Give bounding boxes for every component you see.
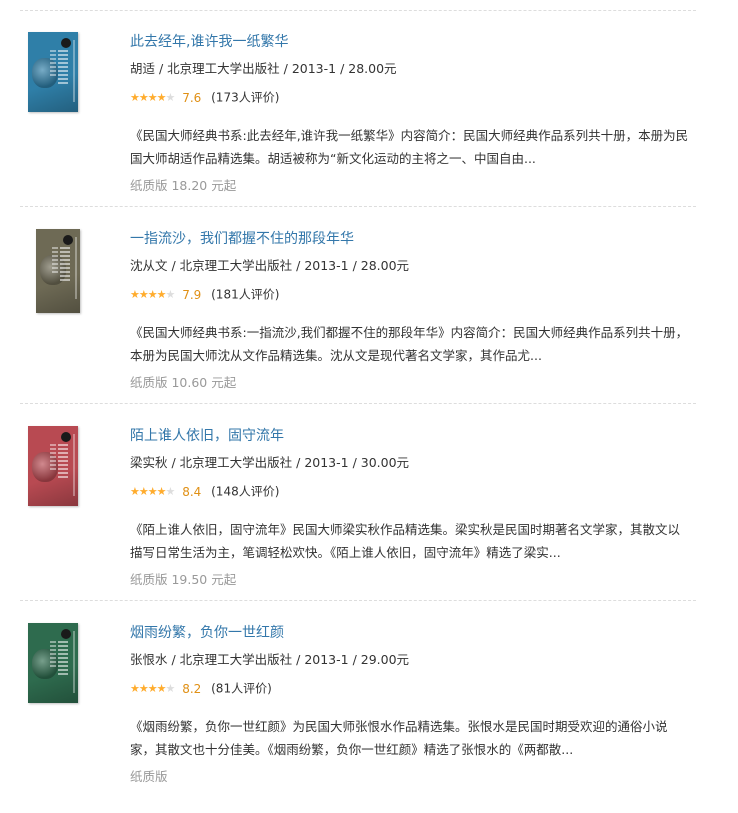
cover-subtitle-text: [50, 444, 56, 472]
cover-emblem: [63, 235, 73, 245]
star-filled-icon: ★: [138, 681, 149, 695]
star-filled-icon: ★: [130, 90, 140, 104]
rating-row: ★★★★★ 7.6 (173人评价): [130, 89, 279, 105]
cover-spine: [75, 237, 77, 299]
cover-subtitle-text: [50, 641, 56, 669]
star-filled-icon: ★: [147, 90, 158, 104]
cover-subtitle-text: [50, 50, 56, 78]
separator: [20, 403, 696, 404]
rating-score: 7.6: [182, 90, 202, 105]
rating-count: (81人评价): [211, 681, 272, 696]
star-filled-icon: ★: [156, 287, 167, 301]
rating-score: 8.4: [182, 484, 202, 499]
book-title-link[interactable]: 一指流沙，我们都握不住的那段年华: [130, 230, 354, 248]
cover-spine: [73, 434, 75, 496]
book-meta: 张恨水 / 北京理工大学出版社 / 2013-1 / 29.00元: [130, 652, 410, 667]
book-description: 《民国大师经典书系:一指流沙,我们都握不住的那段年华》内容简介：民国大师经典作品…: [130, 325, 689, 363]
book-price: 纸质版 18.20 元起: [130, 178, 237, 193]
book-cover[interactable]: [36, 229, 80, 313]
rating-score: 8.2: [182, 681, 202, 696]
book-title-link[interactable]: 烟雨纷繁，负你一世红颜: [130, 624, 284, 642]
cover-title-text: [58, 50, 68, 86]
cover-spine: [73, 631, 75, 693]
rating-count: (181人评价): [211, 287, 280, 302]
separator: [20, 206, 696, 207]
rating-row: ★★★★★ 7.9 (181人评价): [130, 286, 279, 302]
book-item: 烟雨纷繁，负你一世红颜 张恨水 / 北京理工大学出版社 / 2013-1 / 2…: [0, 623, 738, 813]
star-filled-icon: ★: [130, 681, 140, 695]
separator: [20, 10, 696, 11]
book-cover[interactable]: [28, 426, 78, 506]
book-meta: 胡适 / 北京理工大学出版社 / 2013-1 / 28.00元: [130, 61, 397, 76]
cover-emblem: [61, 629, 71, 639]
star-empty-icon: ★: [165, 287, 176, 301]
star-empty-icon: ★: [165, 681, 176, 695]
book-cover[interactable]: [28, 32, 78, 112]
star-filled-icon: ★: [147, 484, 158, 498]
rating-count: (148人评价): [211, 484, 280, 499]
rating-stars: ★★★★★: [130, 484, 176, 500]
cover-title-text: [60, 247, 70, 283]
cover-title-text: [58, 641, 68, 677]
rating-score: 7.9: [182, 287, 202, 302]
star-filled-icon: ★: [138, 90, 149, 104]
cover-title-text: [58, 444, 68, 480]
star-filled-icon: ★: [138, 484, 149, 498]
book-title-link[interactable]: 陌上谁人依旧，固守流年: [130, 427, 284, 445]
book-cover[interactable]: [28, 623, 78, 703]
star-filled-icon: ★: [138, 287, 149, 301]
cover-subtitle-text: [52, 247, 58, 275]
rating-stars: ★★★★★: [130, 287, 176, 303]
rating-stars: ★★★★★: [130, 90, 176, 106]
cover-emblem: [61, 432, 71, 442]
star-filled-icon: ★: [130, 287, 140, 301]
star-filled-icon: ★: [156, 681, 167, 695]
star-filled-icon: ★: [156, 484, 167, 498]
book-price: 纸质版: [130, 769, 168, 784]
book-price: 纸质版 10.60 元起: [130, 375, 237, 390]
star-filled-icon: ★: [147, 681, 158, 695]
book-description: 《烟雨纷繁，负你一世红颜》为民国大师张恨水作品精选集。张恨水是民国时期受欢迎的通…: [130, 719, 668, 757]
star-filled-icon: ★: [147, 287, 158, 301]
book-meta: 沈从文 / 北京理工大学出版社 / 2013-1 / 28.00元: [130, 258, 410, 273]
star-filled-icon: ★: [130, 484, 140, 498]
book-item: 一指流沙，我们都握不住的那段年华 沈从文 / 北京理工大学出版社 / 2013-…: [0, 229, 738, 419]
cover-spine: [73, 40, 75, 102]
rating-row: ★★★★★ 8.2 (81人评价): [130, 680, 272, 696]
book-title-link[interactable]: 此去经年,谁许我一纸繁华: [130, 33, 288, 51]
rating-row: ★★★★★ 8.4 (148人评价): [130, 483, 279, 499]
star-filled-icon: ★: [156, 90, 167, 104]
rating-stars: ★★★★★: [130, 681, 176, 697]
star-empty-icon: ★: [165, 484, 176, 498]
book-description: 《民国大师经典书系:此去经年,谁许我一纸繁华》内容简介：民国大师经典作品系列共十…: [130, 128, 689, 166]
book-price: 纸质版 19.50 元起: [130, 572, 237, 587]
cover-emblem: [61, 38, 71, 48]
rating-count: (173人评价): [211, 90, 280, 105]
separator: [20, 600, 696, 601]
book-description: 《陌上谁人依旧，固守流年》民国大师梁实秋作品精选集。梁实秋是民国时期著名文学家，…: [130, 522, 681, 560]
star-empty-icon: ★: [165, 90, 176, 104]
book-item: 此去经年,谁许我一纸繁华 胡适 / 北京理工大学出版社 / 2013-1 / 2…: [0, 32, 738, 222]
book-item: 陌上谁人依旧，固守流年 梁实秋 / 北京理工大学出版社 / 2013-1 / 3…: [0, 426, 738, 616]
book-meta: 梁实秋 / 北京理工大学出版社 / 2013-1 / 30.00元: [130, 455, 410, 470]
